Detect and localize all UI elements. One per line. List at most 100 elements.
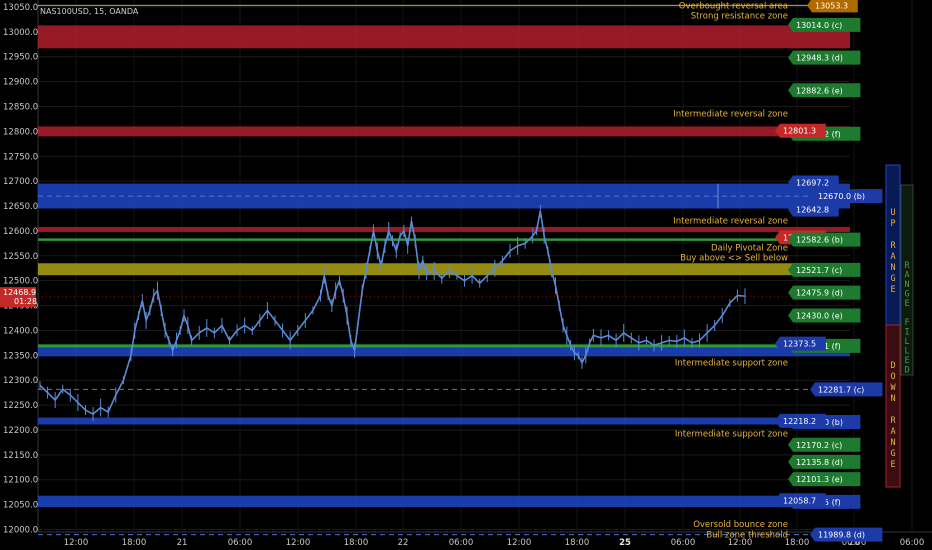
up-range-label: A: [890, 252, 895, 262]
range-filled-label: A: [904, 271, 909, 281]
y-tick-label: 13050.0: [3, 3, 38, 13]
zone-annotation: Buy above <> Sell below: [680, 253, 788, 263]
x-tick-label: 06:00: [671, 538, 696, 548]
up-range-label: N: [890, 263, 895, 273]
level-tag: 12058.7: [775, 493, 826, 508]
range-filled-label: I: [904, 328, 909, 338]
range-filled-label: E: [904, 299, 909, 309]
y-tick-label: 12200.0: [3, 426, 38, 436]
x-tick-label: 18:00: [122, 538, 147, 548]
y-tick-label: 12150.0: [3, 451, 38, 461]
y-tick-label: 12750.0: [3, 152, 38, 162]
level-tag: 12697.2: [788, 175, 839, 190]
y-tick-label: 12950.0: [3, 53, 38, 63]
level-tag: 13053.3: [807, 0, 858, 13]
x-tick-label: 18:00: [344, 538, 369, 548]
level-tag: 12170.2 (c): [788, 437, 861, 452]
zone-annotation: Daily Pivotal Zone: [711, 243, 788, 253]
zone-green_line: [38, 344, 850, 348]
y-tick-label: 12100.0: [3, 476, 38, 486]
x-tick-label: 12:00: [507, 538, 532, 548]
x-tick-label: 12:00: [728, 538, 753, 548]
level-tag: 12801.3: [775, 123, 826, 138]
y-tick-label: 12850.0: [3, 102, 38, 112]
level-tag-label: 12281.7 (c): [818, 385, 864, 394]
y-tick-label: 12650.0: [3, 202, 38, 212]
down-range-label: O: [890, 372, 895, 382]
level-tag: 12281.7 (c): [810, 382, 883, 397]
zone-annotation: Intermediate reversal zone: [673, 109, 788, 119]
level-tag: 11989.8 (d): [810, 527, 883, 542]
level-tag: 12430.0 (e): [788, 308, 861, 323]
x-tick-label: 25: [619, 538, 631, 548]
level-tag-label: 12697.2: [796, 179, 829, 188]
down-range-label: A: [890, 427, 895, 437]
price-axis[interactable]: 13050.0 13000.0 12950.0 12900.0 12850.0 12800…: [3, 3, 38, 536]
y-tick-label: 12550.0: [3, 252, 38, 262]
range-filled-label: E: [904, 356, 909, 366]
zone-yellow: [38, 263, 850, 276]
x-tick-label: 12:00: [286, 538, 311, 548]
price-badge-countdown: 01:28: [14, 297, 37, 306]
up-range-label: U: [890, 208, 895, 218]
y-tick-label: 12400.0: [3, 326, 38, 336]
zone-annotation: Strong resistance zone: [691, 11, 788, 21]
level-tag: 12475.9 (d): [788, 285, 861, 300]
current-price-badge: 12468.901:28: [0, 287, 37, 308]
price-series: [38, 205, 850, 422]
zone-blue: [38, 495, 850, 508]
y-tick-label: 13000.0: [3, 28, 38, 38]
y-tick-label: 12050.0: [3, 501, 38, 511]
level-tag-label: 12135.8 (d): [796, 458, 843, 467]
y-tick-label: 12700.0: [3, 177, 38, 187]
y-tick-label: 12600.0: [3, 227, 38, 237]
down-range-label: N: [890, 438, 895, 448]
level-tag-label: 12101.3 (e): [796, 475, 843, 484]
zone-annotation: Intermediate support zone: [675, 429, 788, 439]
x-tick-label: 06:00: [228, 538, 253, 548]
zone-annotation: Intermediate support zone: [675, 358, 788, 368]
zone-blue: [38, 417, 850, 425]
range-filled-label: L: [904, 337, 909, 347]
level-tag: 13014.0 (c): [788, 17, 861, 32]
down-range-label: N: [890, 394, 895, 404]
range-filled-label: N: [904, 280, 909, 290]
level-tag-label: 11989.8 (d): [818, 531, 865, 540]
up-range-label: R: [890, 241, 896, 251]
zone-annotation: Oversold bounce zone: [693, 520, 788, 530]
down-range-label: G: [890, 449, 895, 459]
range-indicator: UP RANGEDOWN RANGERANGE FILLED: [885, 164, 914, 488]
y-tick-label: 12500.0: [3, 277, 38, 287]
level-tag-label: 13053.3: [815, 1, 848, 10]
level-tag: 12521.7 (c): [788, 262, 861, 277]
level-tag: 12948.3 (d): [788, 50, 861, 65]
price-chart[interactable]: Overbought reversal areaStrong resistanc…: [0, 0, 932, 550]
x-tick-label: 06:00: [449, 538, 474, 548]
zone-red: [38, 226, 850, 232]
level-tag: 12670.0 (b): [810, 189, 883, 204]
level-tag-label: 12058.7: [783, 496, 816, 505]
level-tag-label: 12430.0 (e): [796, 312, 843, 321]
level-tag-label: 12218.2: [783, 417, 816, 426]
down-range-label: D: [890, 361, 895, 371]
level-tag: 12373.5: [775, 336, 826, 351]
time-axis[interactable]: 12:00 18:00 21 06:00 12:00 18:00 22 06:00 12:00 1…: [64, 538, 925, 548]
level-tag-label: 12521.7 (c): [796, 266, 842, 275]
y-tick-label: 12300.0: [3, 376, 38, 386]
zone-annotation: Overbought reversal area: [679, 1, 788, 11]
range-filled-label: G: [904, 290, 909, 300]
level-tag: 12882.6 (e): [788, 83, 861, 98]
x-tick-label: 21: [177, 538, 188, 548]
zone-green_line: [38, 238, 850, 241]
level-tag: 12135.8 (d): [788, 454, 861, 469]
level-tag-label: 12170.2 (c): [796, 441, 842, 450]
range-filled-label: F: [904, 318, 909, 328]
range-filled-label: R: [904, 261, 910, 271]
x-tick-label: 18:00: [785, 538, 810, 548]
down-range-label: R: [890, 416, 896, 426]
x-tick-label: 06:00: [900, 538, 925, 548]
symbol-title: NAS100USD, 15, OANDA: [40, 7, 139, 16]
zone-red: [38, 126, 850, 137]
zone-red: [38, 25, 850, 49]
up-range-label: G: [890, 274, 895, 284]
